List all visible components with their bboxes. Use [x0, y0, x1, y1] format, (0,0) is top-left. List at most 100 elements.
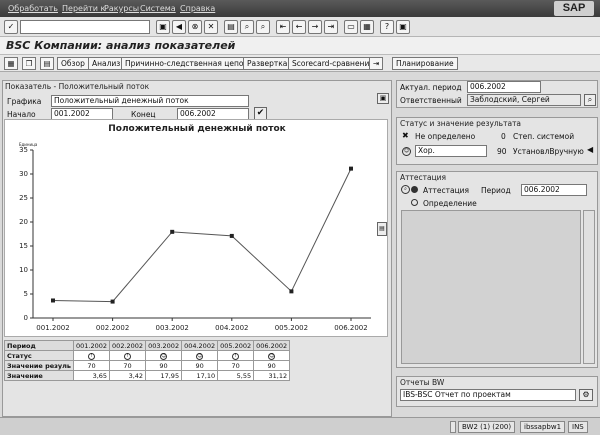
cancel-icon[interactable]: ✕: [204, 20, 218, 34]
menu-goto[interactable]: Перейти к: [62, 4, 105, 13]
server-field: ibssapbw1: [520, 421, 566, 433]
warning-icon[interactable]: !: [88, 353, 96, 360]
definition-radio-label: Определение: [423, 199, 477, 208]
command-field[interactable]: [20, 20, 150, 34]
find-icon[interactable]: ⌕: [240, 20, 254, 34]
period-cell: 005.2002: [217, 340, 255, 351]
bw-report-select[interactable]: IBS-BSC Отчет по проектам: [400, 389, 576, 401]
search-icon[interactable]: ⌕: [401, 185, 410, 194]
document-icon[interactable]: ▤: [40, 57, 54, 70]
status-panel-title: Статус и значение результата: [400, 119, 522, 128]
mode-field: INS: [568, 421, 588, 433]
responsible-field: Заблодский, Сергей: [467, 94, 581, 106]
scrollbar[interactable]: [583, 210, 595, 364]
drilldown-button[interactable]: Развертка: [243, 57, 292, 70]
data-point: [289, 289, 294, 294]
graphic-select[interactable]: Положительный денежный поток: [51, 95, 249, 107]
warning-icon[interactable]: !: [124, 353, 132, 360]
menu-views[interactable]: Ракурсы: [104, 4, 139, 13]
application-toolbar: ▦ ❐ ▤ Обзор Анализ Причинно-следственная…: [0, 55, 600, 72]
attestation-period-input[interactable]: 006.2002: [521, 184, 587, 196]
title-bar: BSC Компании: анализ показателей: [0, 37, 600, 55]
arrow-left-icon[interactable]: ◀: [587, 145, 593, 154]
smile-icon: ☺: [402, 147, 411, 156]
table-row-status: Статус ! ! ☺ ☺ ! ☺: [3, 350, 291, 361]
shortcut-icon[interactable]: ▦: [360, 20, 374, 34]
menu-edit[interactable]: Обработать: [8, 4, 58, 13]
overview-button[interactable]: Обзор: [57, 57, 89, 70]
chart-settings-icon[interactable]: ▣: [377, 93, 389, 104]
value-cell: 5,55: [217, 370, 255, 381]
status-toggle-icon[interactable]: [450, 421, 456, 433]
status-panel: Статус и значение результата ✖ Не опреде…: [396, 117, 598, 165]
save-icon[interactable]: ▣: [156, 20, 170, 34]
new-session-icon[interactable]: ▭: [344, 20, 358, 34]
chart-title: Положительный денежный поток: [108, 124, 286, 134]
cause-chain-button[interactable]: Причинно-следственная цепочка: [121, 57, 261, 70]
exit-icon[interactable]: ⊗: [188, 20, 202, 34]
help-icon[interactable]: ?: [380, 20, 394, 34]
export-icon[interactable]: ⇥: [369, 57, 383, 70]
last-page-icon[interactable]: ⇥: [324, 20, 338, 34]
menu-help[interactable]: Справка: [180, 4, 215, 13]
first-page-icon[interactable]: ⇤: [276, 20, 290, 34]
y-tick-label: 30: [19, 170, 28, 178]
attestation-text-area[interactable]: [401, 210, 581, 364]
execute-report-icon[interactable]: ⚙: [579, 389, 593, 401]
prev-page-icon[interactable]: ←: [292, 20, 306, 34]
y-tick-label: 35: [19, 146, 28, 154]
menu-system[interactable]: Система: [140, 4, 176, 13]
status-header: Статус: [3, 350, 75, 361]
x-tick-label: 006.2002: [334, 324, 367, 332]
period-cell: 003.2002: [145, 340, 183, 351]
y-axis: 0 5 10 15 20 25 30 35: [19, 146, 34, 322]
table-row-result: Значение резуль 70 70 90 90 70 90: [3, 360, 291, 371]
planning-button[interactable]: Планирование: [392, 57, 458, 70]
warning-icon[interactable]: !: [232, 353, 240, 360]
bw-reports-panel: Отчеты BW IBS-BSC Отчет по проектам ⚙: [396, 376, 598, 407]
print-icon[interactable]: ▤: [224, 20, 238, 34]
period-header: Период: [3, 340, 75, 351]
undefined-value: 0: [501, 132, 506, 141]
find-next-icon[interactable]: ⌕: [256, 20, 270, 34]
bw-reports-title: Отчеты BW: [400, 378, 445, 387]
value-cell: 17,95: [145, 370, 183, 381]
line-chart: Положительный денежный поток Единица 051…: [19, 124, 371, 332]
radio-definition[interactable]: [411, 199, 418, 206]
value-cell: 31,12: [253, 370, 291, 381]
grid-icon[interactable]: ▦: [4, 57, 18, 70]
check-icon[interactable]: ✓: [4, 20, 18, 34]
layout-icon[interactable]: ▣: [396, 20, 410, 34]
scorecard-compare-button[interactable]: Scorecard-сравнение: [288, 57, 378, 70]
manual-value: 90: [497, 147, 507, 156]
table-row-value: Значение 3,65 3,42 17,95 17,10 5,55 31,1…: [3, 370, 291, 381]
smile-icon[interactable]: ☺: [196, 353, 204, 360]
menu-bar: Обработать Перейти к Ракурсы Система Спр…: [0, 0, 600, 17]
copy-icon[interactable]: ❐: [22, 57, 36, 70]
actual-period-input[interactable]: 006.2002: [467, 81, 541, 93]
smile-icon[interactable]: ☺: [268, 353, 276, 360]
analysis-button[interactable]: Анализ: [88, 57, 125, 70]
next-page-icon[interactable]: →: [308, 20, 322, 34]
responsible-label: Ответственный: [400, 96, 462, 105]
search-icon[interactable]: ⌕: [584, 94, 596, 106]
chart-scroll-handle[interactable]: ▤: [377, 222, 387, 236]
data-table: Период 001.2002 002.2002 003.2002 004.20…: [3, 340, 291, 381]
value-cell: 3,42: [109, 370, 147, 381]
actual-period-label: Актуал. период: [400, 83, 462, 92]
value-cell: 17,10: [181, 370, 219, 381]
value-header: Значение: [3, 370, 75, 381]
status-select[interactable]: Хор.: [415, 145, 487, 157]
smile-icon[interactable]: ☺: [160, 353, 168, 360]
x-tick-label: 001.2002: [36, 324, 69, 332]
standard-toolbar: ✓ ▣ ◀ ⊗ ✕ ▤ ⌕ ⌕ ⇤ ← → ⇥ ▭ ▦ ? ▣: [0, 17, 600, 37]
y-tick-label: 25: [19, 194, 28, 202]
back-icon[interactable]: ◀: [172, 20, 186, 34]
y-tick-label: 10: [19, 266, 28, 274]
system-label: Степ. системой: [513, 132, 575, 141]
manual-label: УстановлВручную: [513, 147, 584, 156]
radio-attestation[interactable]: [411, 186, 418, 193]
period-cell: 004.2002: [181, 340, 219, 351]
y-tick-label: 15: [19, 242, 28, 250]
x-tick-label: 005.2002: [275, 324, 308, 332]
